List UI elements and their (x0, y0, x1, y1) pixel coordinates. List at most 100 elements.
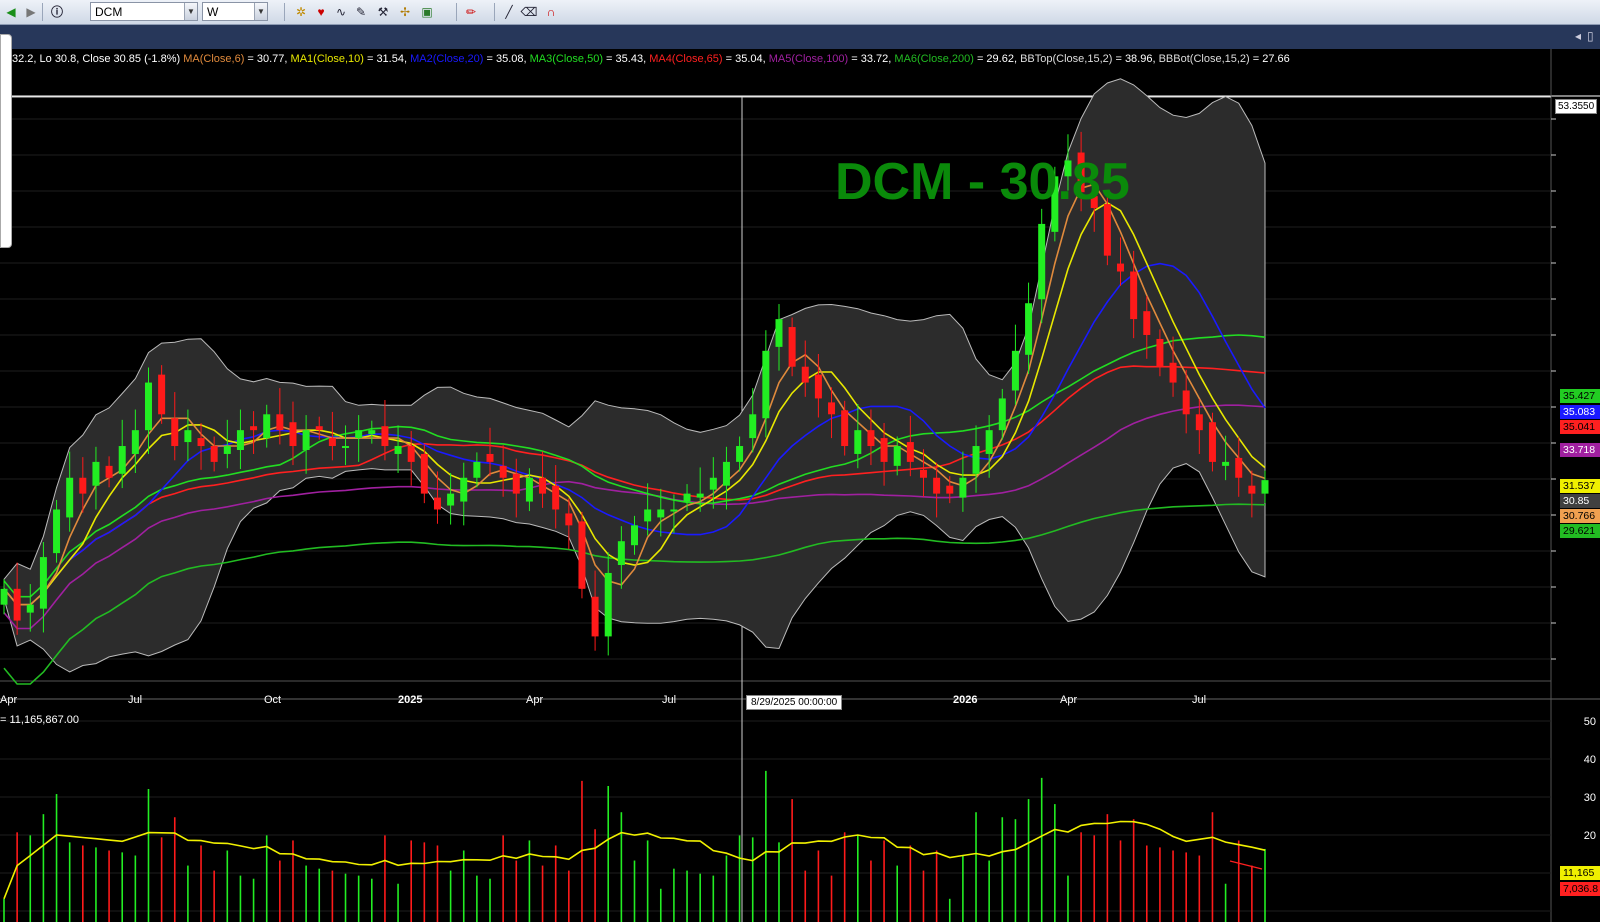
candle-body (263, 414, 271, 439)
chevron-down-icon[interactable]: ▼ (254, 3, 267, 20)
candle-body (171, 418, 179, 447)
candle-body (552, 485, 560, 510)
legend-item: MA6(Close,200) (894, 53, 974, 65)
candle-body (998, 398, 1006, 431)
fill-icon[interactable]: ▣ (418, 3, 436, 21)
candle-body (841, 410, 849, 447)
legend-value: = 35.04, (722, 53, 769, 65)
candle-body (985, 430, 993, 454)
candle-body (709, 477, 717, 490)
candle-body (79, 477, 87, 494)
candle-body (1143, 311, 1151, 335)
candle-body (13, 588, 21, 621)
legend-value: = 27.66 (1249, 53, 1290, 65)
ohlc-text: 32.2, Lo 30.8, Close 30.85 (-1.8%) (12, 53, 181, 65)
pen-icon[interactable]: ✏ (462, 3, 480, 21)
candle-body (250, 426, 258, 431)
interval-select[interactable]: W ▼ (202, 2, 268, 21)
x-axis-label: Oct (264, 694, 282, 706)
magnet-icon[interactable]: ∩ (542, 3, 560, 21)
zoom-icon[interactable]: ✢ (396, 3, 414, 21)
symbol-input[interactable]: DCM ▼ (90, 2, 198, 21)
info-icon[interactable]: ⓘ (48, 3, 66, 21)
legend-value: = 35.08, (483, 53, 530, 65)
candle-body (972, 446, 980, 474)
candle-body (1025, 303, 1033, 355)
candle-body (473, 461, 481, 478)
candle-body (0, 588, 8, 605)
candle-body (53, 509, 61, 554)
x-axis-label: Apr (0, 694, 18, 706)
side-panel-handle[interactable] (0, 34, 12, 248)
volume-legend: = 11,165,867.00 (0, 714, 80, 726)
candle-body (749, 414, 757, 439)
candle-body (959, 477, 967, 498)
line-icon[interactable]: ╱ (500, 3, 518, 21)
chart-title-overlay: DCM - 30.85 (835, 153, 1130, 211)
candle-body (118, 446, 126, 474)
toolbar-separator (494, 3, 495, 21)
volume-tag: 11,165 (1560, 866, 1600, 880)
candle-body (946, 485, 954, 494)
candle-body (381, 426, 389, 447)
candle-body (184, 430, 192, 443)
price-tag: 30.85 (1560, 494, 1600, 508)
candle-body (1208, 422, 1216, 462)
candle-body (1038, 223, 1046, 300)
candle-body (696, 493, 704, 498)
candle-body (828, 402, 836, 415)
candle-body (26, 604, 34, 613)
candle-body (105, 465, 113, 478)
nav-left-icon[interactable]: ◂ (1575, 29, 1581, 43)
tool-icon[interactable]: ⚒ (374, 3, 392, 21)
chart-canvas[interactable] (0, 49, 1600, 922)
legend-item: MA5(Close,100) (768, 53, 849, 65)
volume-axis-tick: 30 (1583, 792, 1596, 804)
candle-body (328, 438, 336, 447)
heart-icon[interactable]: ♥ (312, 3, 330, 21)
candle-body (1195, 414, 1203, 431)
tab-bar: ◂ ▯ (0, 25, 1600, 49)
candle-body (236, 430, 244, 450)
volume-tag: 7,036.8 (1560, 882, 1600, 896)
candle-body (722, 461, 730, 486)
candle-body (315, 426, 323, 431)
legend-value: = 31.54, (363, 53, 411, 65)
candle-body (775, 319, 783, 347)
candle-body (933, 477, 941, 494)
scan-icon[interactable]: ✲ (292, 3, 310, 21)
candle-body (788, 327, 796, 367)
candle-body (1261, 480, 1269, 494)
candle-body (158, 374, 166, 415)
legend-item: BBBot(Close,15,2) (1158, 53, 1250, 65)
back-icon[interactable]: ◀ (2, 3, 20, 21)
candle-body (644, 509, 652, 522)
draw-icon[interactable]: ✎ (352, 3, 370, 21)
toolbar-separator (42, 3, 43, 21)
candle-body (854, 430, 862, 454)
candle-body (801, 366, 809, 383)
indicator-icon[interactable]: ∿ (332, 3, 350, 21)
candle-body (1156, 338, 1164, 367)
candle-body (1130, 271, 1138, 320)
legend-item: MA2(Close,20) (410, 53, 484, 65)
erase-icon[interactable]: ⌫ (520, 3, 538, 21)
volume-axis-tick: 20 (1583, 830, 1596, 842)
candle-body (144, 382, 152, 431)
legend-item: MA3(Close,50) (529, 53, 603, 65)
forward-icon[interactable]: ▶ (22, 3, 40, 21)
x-axis-label: Apr (526, 694, 544, 706)
candle-body (1222, 461, 1230, 466)
candle-body (631, 525, 638, 546)
candle-body (394, 446, 402, 454)
x-axis-label: Apr (1060, 694, 1078, 706)
candle-body (1248, 485, 1256, 494)
nav-right-icon[interactable]: ▯ (1587, 29, 1594, 43)
candle-body (604, 572, 612, 637)
candle-body (893, 446, 901, 466)
candle-body (131, 430, 139, 454)
candle-body (1169, 362, 1177, 383)
chevron-down-icon[interactable]: ▼ (184, 3, 197, 20)
legend-value: = 30.77, (244, 53, 291, 65)
x-axis-label: 2026 (953, 694, 978, 706)
